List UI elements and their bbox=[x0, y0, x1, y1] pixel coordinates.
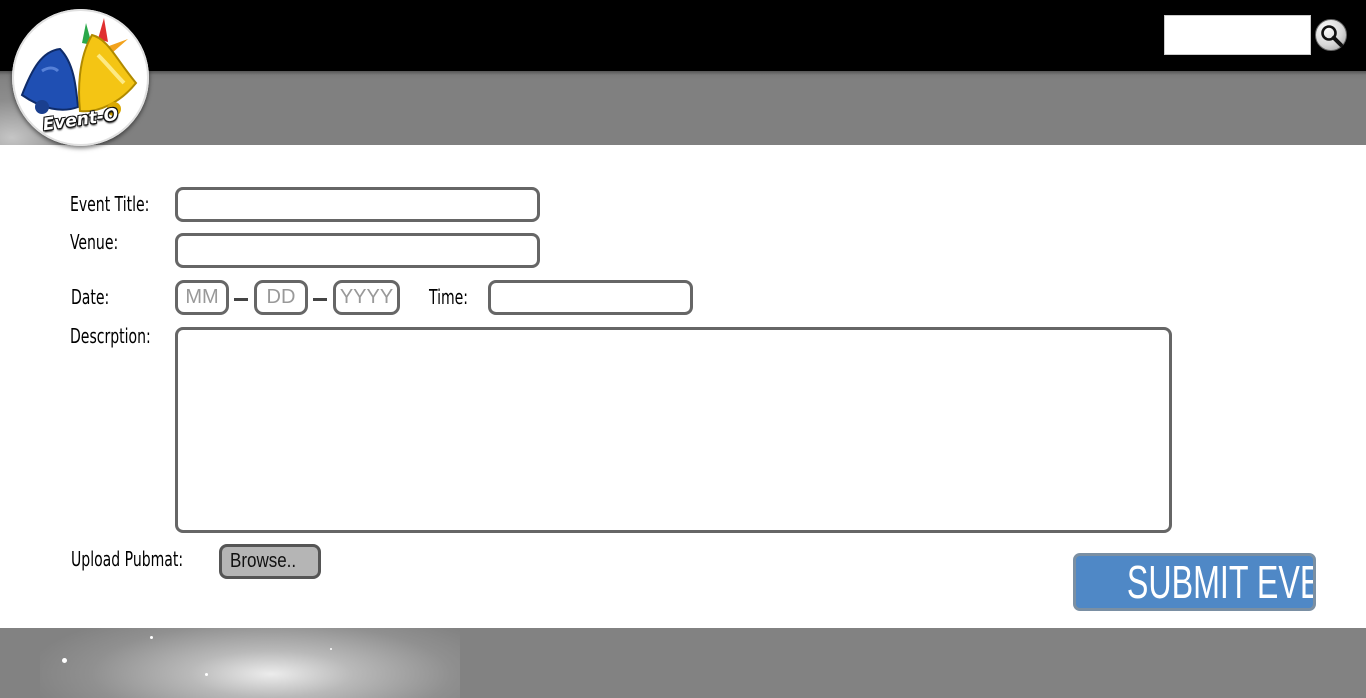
date-month-input[interactable] bbox=[175, 280, 229, 315]
date-separator bbox=[234, 298, 248, 301]
footer-bar bbox=[0, 628, 1366, 698]
date-label: Date: bbox=[71, 285, 110, 309]
venue-label: Venue: bbox=[70, 230, 119, 254]
time-input[interactable] bbox=[488, 280, 693, 315]
date-separator bbox=[313, 298, 327, 301]
event-title-label: Event Title: bbox=[70, 192, 150, 216]
event-o-logo[interactable]: Event-O bbox=[12, 9, 149, 146]
description-label: Descrption: bbox=[70, 324, 151, 348]
footer-sparkle bbox=[62, 658, 67, 663]
time-label: Time: bbox=[429, 285, 469, 309]
submit-event-label: SUBMIT EVENT bbox=[1126, 556, 1313, 608]
footer-sparkle bbox=[330, 648, 332, 650]
footer-sparkle bbox=[150, 636, 153, 639]
upload-pubmat-label: Upload Pubmat: bbox=[71, 547, 184, 571]
search-input[interactable] bbox=[1164, 15, 1311, 55]
browse-button[interactable]: Browse.. bbox=[219, 544, 321, 579]
event-title-input[interactable] bbox=[175, 187, 540, 222]
top-bar bbox=[0, 0, 1366, 71]
sub-header-bar bbox=[0, 71, 1366, 145]
submit-event-button[interactable]: SUBMIT EVENT bbox=[1073, 553, 1316, 611]
venue-input[interactable] bbox=[175, 233, 540, 268]
description-textarea[interactable] bbox=[175, 327, 1172, 533]
date-year-input[interactable] bbox=[333, 280, 400, 315]
date-day-input[interactable] bbox=[254, 280, 308, 315]
footer-sparkle bbox=[205, 673, 208, 676]
browse-button-label: Browse.. bbox=[230, 550, 297, 572]
magnifier-icon bbox=[1321, 25, 1343, 47]
search-button[interactable] bbox=[1315, 19, 1347, 51]
event-submission-page: Event-O Event Title: Venue: Date: Time: … bbox=[0, 0, 1366, 698]
footer-glow-decoration bbox=[40, 628, 460, 698]
